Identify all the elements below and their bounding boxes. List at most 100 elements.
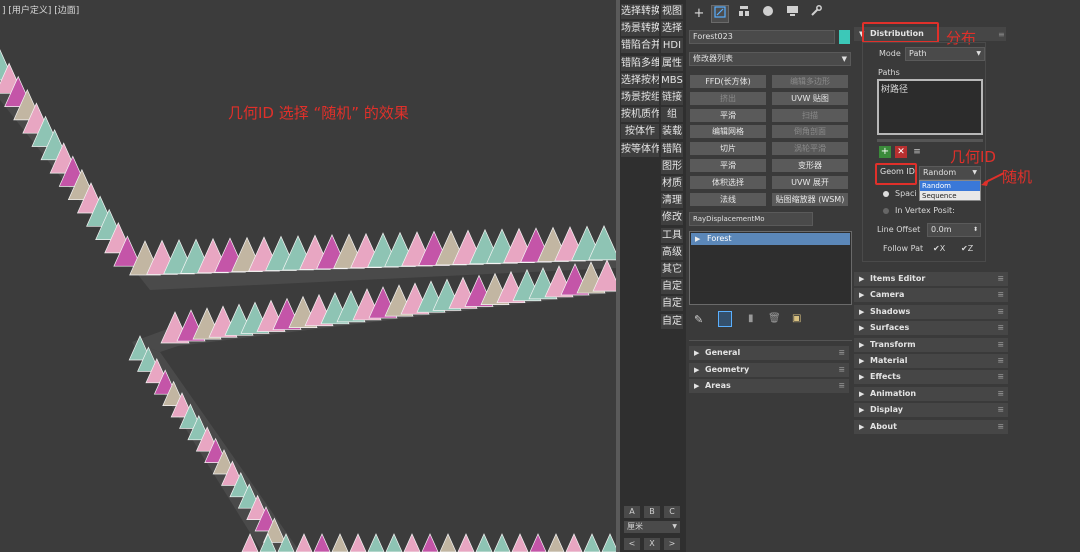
modifier-list-dropdown[interactable]: 修改器列表 ▼ [689,52,851,66]
command-tab[interactable]: 按等体作 [621,141,659,157]
command-tab[interactable]: MBS [661,72,683,88]
command-tab[interactable]: 修改 [661,210,683,226]
modifier-button[interactable]: 编辑多边形 [772,75,848,88]
configure-sets-icon[interactable]: ▣ [792,313,801,324]
layout-button-a[interactable]: A [624,506,640,518]
modifier-button[interactable]: 法线 [690,192,766,206]
make-unique-icon[interactable]: ▮ [748,313,754,324]
paths-list[interactable]: 树路径 [877,79,983,135]
spacing-radio[interactable] [883,191,889,197]
show-end-result-icon[interactable] [718,311,732,327]
rollout-display[interactable]: ▶ Display ≡ [854,403,1008,418]
rollout-about[interactable]: ▶ About ≡ [854,419,1008,434]
option-random[interactable]: Random [920,181,980,191]
layout-button-c[interactable]: C [664,506,680,518]
rollout-shadows[interactable]: ▶ Shadows ≡ [854,304,1008,319]
modifier-button[interactable]: 挤出 [690,91,766,105]
mode-dropdown[interactable]: Path ▼ [905,47,985,61]
geom-id-dropdown[interactable]: Random ▼ [919,166,981,180]
close-icon[interactable]: X [644,538,660,550]
rollout-items-editor[interactable]: ▶ Items Editor ≡ [854,272,1008,286]
line-offset-spinner[interactable]: 0.0m ⬍ [927,223,981,237]
modifier-button[interactable]: 倒角剖面 [772,125,848,139]
rollout-transform[interactable]: ▶ Transform ≡ [854,337,1008,352]
command-tab[interactable]: 场景转换 [621,21,659,37]
command-tab[interactable]: 材质 [661,176,683,191]
utilities-icon[interactable] [807,5,825,23]
command-tab[interactable]: 组 [661,107,683,123]
expand-icon[interactable]: ▶ [695,233,700,245]
command-tab[interactable]: 工具 [661,227,683,243]
rollout-geometry[interactable]: ▶ Geometry ≡ [689,362,849,377]
modifier-button[interactable]: 平滑 [690,108,766,122]
command-tab[interactable]: 错陷多维 [621,55,659,71]
command-tab[interactable]: 错陷 [661,141,683,157]
modifier-button[interactable]: 编辑网格 [690,125,766,139]
command-tab[interactable]: 按体作 [621,124,659,140]
modifier-button[interactable]: 体积选择 [690,175,766,189]
object-name-field[interactable]: Forest023 [689,30,835,44]
create-icon[interactable]: + [690,5,708,23]
modifier-button[interactable]: 涡轮平滑 [772,142,848,156]
command-tab[interactable]: 其它 [661,262,683,277]
pin-stack-icon[interactable]: ✎ [694,313,703,326]
paths-scrollbar[interactable] [877,139,983,142]
rollout-material[interactable]: ▶ Material ≡ [854,354,1008,368]
command-tab[interactable]: 错陷合并 [621,38,659,54]
follow-z-checkbox[interactable]: ✔Z [961,244,973,253]
object-color-swatch[interactable] [839,30,850,44]
rollout-surfaces[interactable]: ▶ Surfaces ≡ [854,321,1008,336]
display-icon[interactable] [783,5,801,23]
spinner-arrows-icon[interactable]: ⬍ [973,224,978,236]
add-path-icon[interactable]: + [879,146,891,158]
next-icon[interactable]: > [664,538,680,550]
command-tab[interactable]: 选择转换 [621,4,659,19]
rollout-effects[interactable]: ▶ Effects ≡ [854,370,1008,385]
command-tab[interactable]: 高级 [661,244,683,260]
command-tab[interactable]: 清理 [661,193,683,209]
command-tab[interactable]: 自定 [661,279,683,295]
modifier-button[interactable]: 贴图缩放器 (WSM) [772,192,848,206]
command-tab[interactable]: 视图 [661,4,683,19]
command-tab[interactable]: 自定 [661,313,683,329]
layout-button-b[interactable]: B [644,506,660,518]
modifier-button[interactable]: 变形器 [772,159,848,172]
3d-viewport[interactable]: ] [用户定义] [边面] 几何ID 选择 “随机” 的效果 [0,0,616,552]
in-vertex-radio[interactable] [883,208,889,214]
rollout-animation[interactable]: ▶ Animation ≡ [854,386,1008,401]
command-tab[interactable]: 装载 [661,124,683,140]
rollout-areas[interactable]: ▶ Areas ≡ [689,379,849,393]
hierarchy-icon[interactable] [735,5,753,23]
ray-displacement-field[interactable]: RayDisplacementMo [689,212,813,226]
modifier-button[interactable]: 平滑 [690,159,766,172]
modifier-button[interactable]: UVW 展开 [772,175,848,189]
command-tab[interactable]: HDI [661,38,683,54]
modifier-stack[interactable]: ▶ Forest [689,231,852,305]
rollout-general[interactable]: ▶ General ≡ [689,346,849,360]
prev-icon[interactable]: < [624,538,640,550]
modifier-button[interactable]: 切片 [690,142,766,156]
rollout-camera[interactable]: ▶ Camera ≡ [854,288,1008,303]
unit-dropdown[interactable]: 厘米 ▼ [624,521,680,533]
viewport-label[interactable]: ] [用户定义] [边面] [2,3,79,16]
command-tab[interactable]: 选择 [661,21,683,37]
remove-modifier-icon[interactable]: 🗑 [768,313,781,324]
modifier-button[interactable]: 扫描 [772,108,848,122]
command-tab[interactable]: 按机质作 [621,107,659,123]
modify-icon[interactable] [711,5,729,23]
follow-x-checkbox[interactable]: ✔X [933,244,945,253]
command-tab[interactable]: 场景按组 [621,90,659,105]
motion-icon[interactable] [759,5,777,23]
command-tab[interactable]: 属性 [661,55,683,71]
modifier-button[interactable]: FFD(长方体) [690,75,766,88]
stack-item-forest[interactable]: ▶ Forest [691,233,850,245]
pick-path-icon[interactable]: ≡ [911,146,923,158]
option-sequence[interactable]: Sequence [920,191,980,201]
paths-list-item[interactable]: 树路径 [881,82,908,95]
remove-path-icon[interactable]: ✕ [895,146,907,158]
command-tab[interactable]: 选择按材 [621,72,659,88]
command-tab[interactable]: 链接 [661,90,683,105]
command-tab[interactable]: 图形 [661,158,683,174]
command-tab[interactable]: 自定 [661,296,683,312]
modifier-button[interactable]: UVW 贴图 [772,91,848,105]
